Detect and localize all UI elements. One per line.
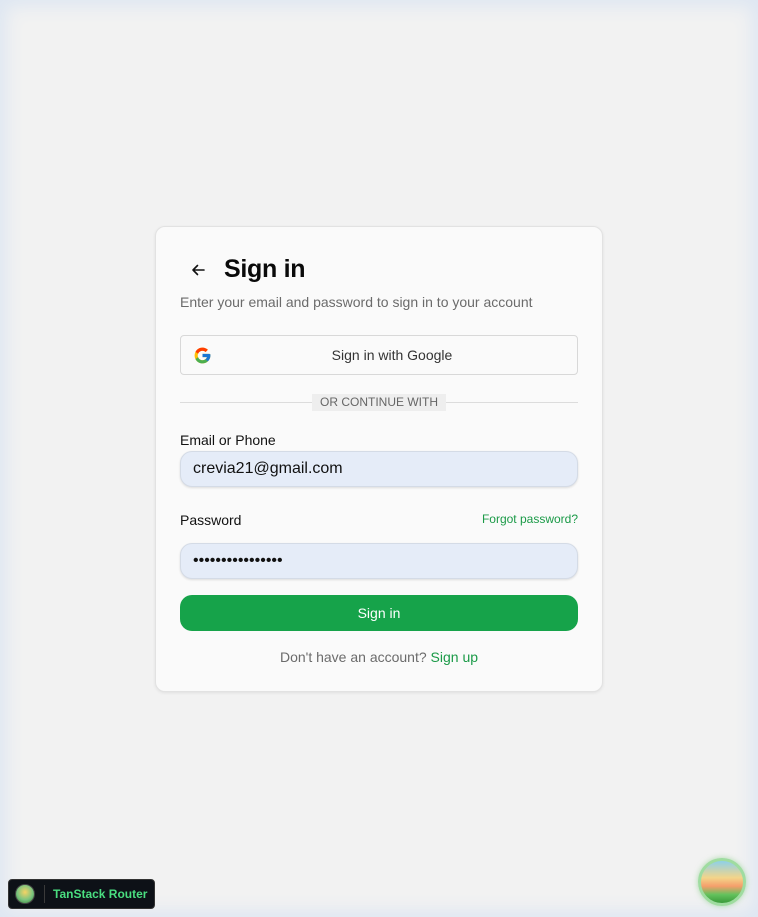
password-field[interactable] [180, 543, 578, 579]
sign-up-link[interactable]: Sign up [431, 649, 478, 665]
divider-text: OR CONTINUE WITH [312, 394, 446, 411]
email-field[interactable] [180, 451, 578, 487]
tanstack-logo-icon [15, 884, 35, 904]
badge-separator [44, 885, 45, 903]
google-icon [194, 347, 211, 364]
card-header: Sign in [180, 255, 306, 284]
email-label: Email or Phone [180, 432, 276, 448]
sign-in-card: Sign in Enter your email and password to… [155, 226, 603, 692]
forgot-password-link[interactable]: Forgot password? [482, 512, 578, 526]
google-sign-in-button[interactable]: Sign in with Google [180, 335, 578, 375]
tanstack-badge-label: TanStack Router [53, 887, 148, 901]
tanstack-devtools-badge[interactable]: TanStack Router [8, 879, 155, 909]
back-button[interactable] [180, 256, 216, 284]
signup-prompt: Don't have an account? [279, 649, 427, 665]
google-button-label: Sign in with Google [331, 347, 453, 363]
devtools-toggle-orb[interactable] [698, 858, 746, 906]
signup-row: Don't have an account? Sign up [156, 649, 602, 665]
sign-in-button[interactable]: Sign in [180, 595, 578, 631]
page-subtitle: Enter your email and password to sign in… [180, 294, 533, 310]
password-label: Password [180, 512, 242, 528]
arrow-left-icon [192, 264, 205, 275]
page-title: Sign in [224, 255, 306, 283]
